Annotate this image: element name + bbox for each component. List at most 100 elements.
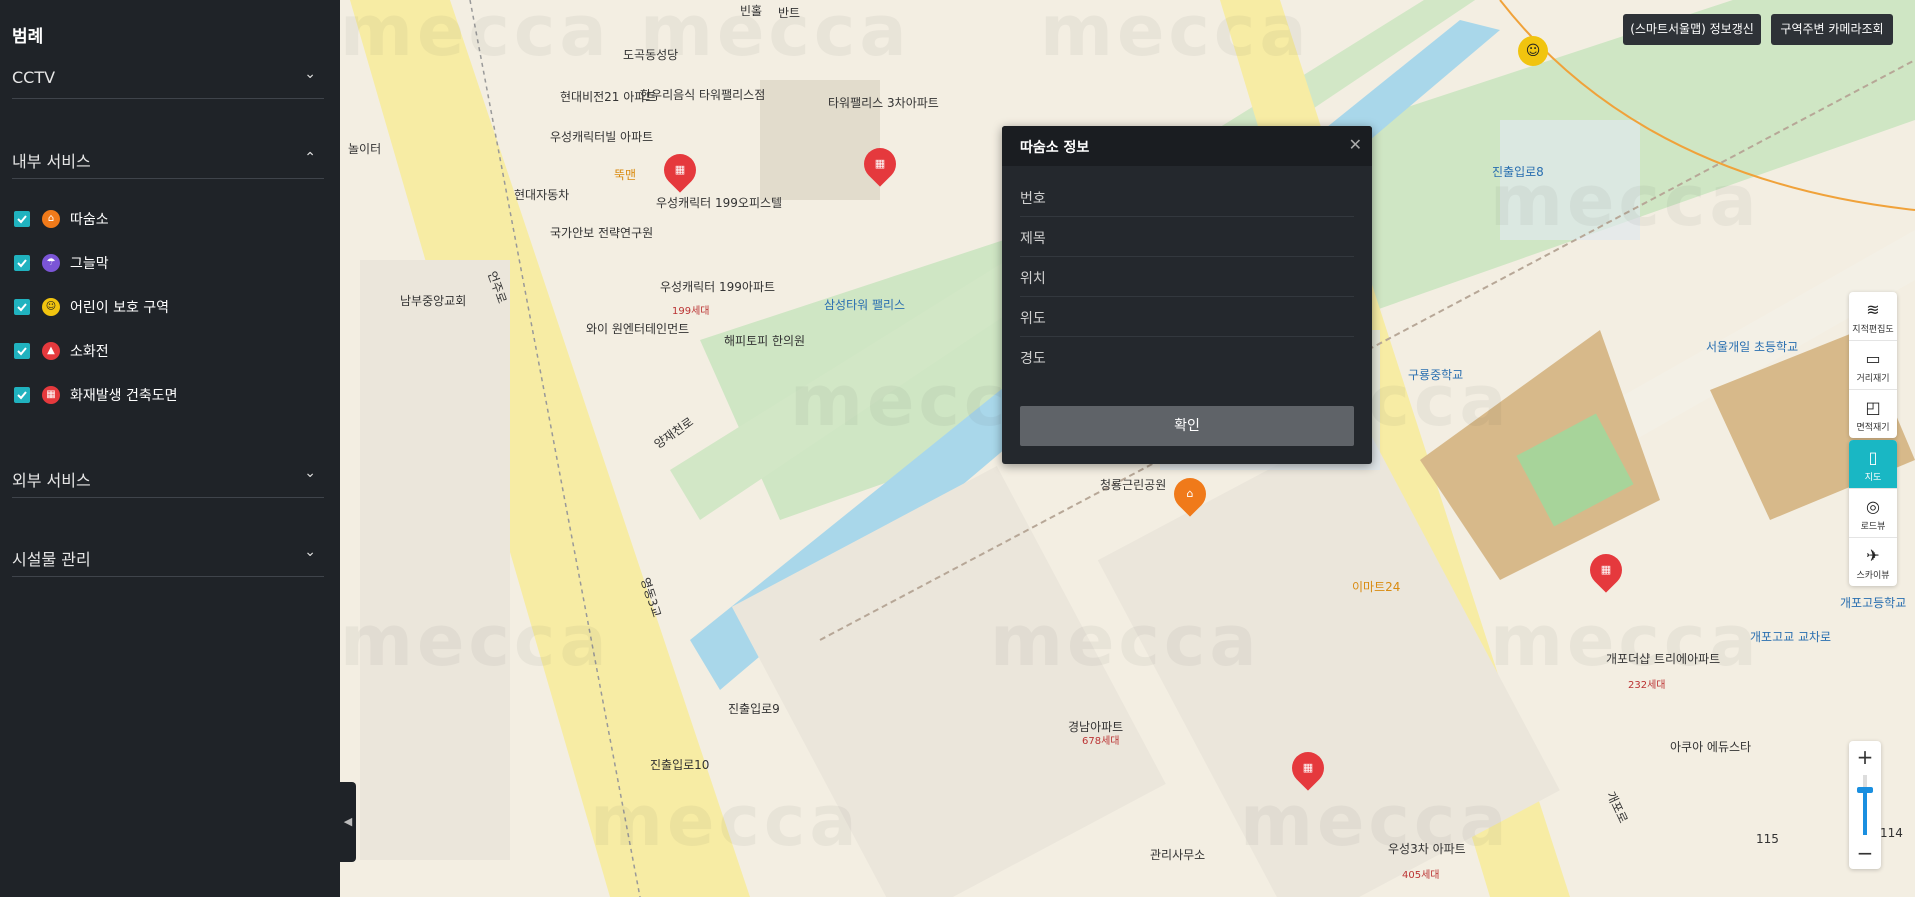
- watermark: mecca: [1490, 600, 1761, 682]
- blueprint-icon: ▦: [1600, 563, 1612, 576]
- map-label: 개포고등학교: [1840, 596, 1907, 610]
- zoom-out-button[interactable]: −: [1849, 839, 1881, 867]
- chevron-up-icon: ⌃: [304, 150, 316, 166]
- map-label: 현대자동차: [514, 188, 570, 202]
- field-number: 번호: [1020, 176, 1354, 217]
- section-facility-management[interactable]: 시설물 관리 ⌄: [12, 540, 324, 577]
- hydrant-icon: ▲: [42, 342, 60, 360]
- section-label: 시설물 관리: [12, 550, 91, 569]
- section-cctv[interactable]: CCTV ⌄: [12, 62, 324, 99]
- umbrella-icon: ☂: [42, 254, 60, 272]
- children-icon: ☺: [42, 298, 60, 316]
- field-label: 위치: [1020, 271, 1046, 287]
- map-label: 114: [1880, 826, 1903, 840]
- roadview-icon: ◎: [1866, 497, 1880, 516]
- map-label: 진출입로8: [1492, 165, 1544, 179]
- blueprint-icon: ▦: [42, 386, 60, 404]
- watermark: mecca: [1040, 0, 1311, 72]
- tool-label: 면적재기: [1856, 423, 1890, 433]
- map-label: 서울개일 초등학교: [1706, 340, 1799, 354]
- measure-tools: ≋ 지적편집도 ▭ 거리재기 ◰ 면적재기: [1849, 292, 1897, 438]
- map-label: 232세대: [1628, 680, 1666, 691]
- field-latitude: 위도: [1020, 296, 1354, 337]
- confirm-button[interactable]: 확인: [1020, 406, 1354, 446]
- checkbox[interactable]: [14, 211, 30, 227]
- children-zone-marker[interactable]: ☺: [1518, 36, 1548, 66]
- field-label: 위도: [1020, 311, 1046, 327]
- map-label: 115: [1756, 832, 1779, 846]
- section-label: CCTV: [12, 68, 56, 87]
- field-label: 경도: [1020, 351, 1046, 367]
- watermark: mecca: [990, 600, 1261, 682]
- tool-label: 지도: [1864, 473, 1882, 483]
- checkbox[interactable]: [14, 387, 30, 403]
- section-internal-services[interactable]: 내부 서비스 ⌃: [12, 142, 324, 179]
- tool-map[interactable]: ▯ 지도: [1849, 440, 1897, 489]
- map-label: 아쿠아 에듀스타: [1670, 740, 1752, 754]
- checkbox[interactable]: [14, 343, 30, 359]
- section-external-services[interactable]: 외부 서비스 ⌄: [12, 461, 324, 498]
- modal-header: 따숨소 정보 ✕: [1002, 126, 1372, 166]
- map-icon: ▯: [1868, 448, 1878, 467]
- map-label: 678세대: [1082, 736, 1120, 747]
- tool-label: 스카이뷰: [1856, 571, 1890, 581]
- view-tools: ▯ 지도 ◎ 로드뷰 ✈ 스카이뷰: [1849, 440, 1897, 586]
- map-label: 청룡근린공원: [1100, 478, 1167, 492]
- map-label: 199세대: [672, 306, 710, 317]
- legend-item-label: 소화전: [70, 344, 109, 360]
- close-icon[interactable]: ✕: [1349, 135, 1362, 154]
- section-label: 내부 서비스: [12, 152, 91, 171]
- zoom-control: + −: [1849, 741, 1881, 869]
- house-icon: ⌂: [42, 210, 60, 228]
- map-label: 빈홀: [740, 4, 763, 18]
- watermark: mecca: [590, 780, 861, 862]
- checkbox[interactable]: [14, 255, 30, 271]
- checkbox[interactable]: [14, 299, 30, 315]
- map-label: 반트: [778, 6, 801, 20]
- field-title: 제목: [1020, 216, 1354, 257]
- tool-distance[interactable]: ▭ 거리재기: [1849, 341, 1897, 390]
- map-label: 경남아파트: [1068, 720, 1124, 734]
- map-label: 남부중앙교회: [400, 294, 467, 308]
- chevron-down-icon: ⌄: [304, 544, 316, 560]
- map-label: 국가안보 전략연구원: [550, 226, 654, 240]
- field-longitude: 경도: [1020, 336, 1354, 376]
- legend-title: 범례: [12, 27, 44, 47]
- ruler-icon: ▭: [1865, 349, 1881, 368]
- sidebar-collapse-button[interactable]: ◀: [340, 782, 356, 862]
- map-label: 놀이터: [348, 142, 382, 156]
- watermark: mecca: [1240, 780, 1511, 862]
- area-camera-button[interactable]: 구역주변 카메라조회: [1771, 14, 1893, 45]
- tool-label: 로드뷰: [1860, 522, 1886, 532]
- zoom-level-fill: [1863, 791, 1867, 835]
- chevron-down-icon: ⌄: [304, 66, 316, 82]
- area-icon: ◰: [1865, 398, 1881, 417]
- blueprint-icon: ▦: [1302, 761, 1314, 774]
- zoom-handle[interactable]: [1857, 787, 1873, 793]
- skyview-icon: ✈: [1866, 546, 1880, 565]
- zoom-in-button[interactable]: +: [1849, 743, 1881, 771]
- map-label: 우성캐릭터 199아파트: [660, 280, 776, 294]
- map-label: 와이 원엔터테인먼트: [586, 322, 690, 336]
- map-label: 진출입로10: [650, 758, 710, 772]
- tool-skyview[interactable]: ✈ 스카이뷰: [1849, 538, 1897, 586]
- house-icon: ⌂: [1186, 487, 1194, 500]
- watermark: mecca: [640, 0, 911, 72]
- tool-roadview[interactable]: ◎ 로드뷰: [1849, 489, 1897, 538]
- map-label: 관리사무소: [1150, 848, 1206, 862]
- map-label: 삼성타워 팰리스: [824, 298, 906, 312]
- map-label: 우성캐릭터 199오피스텔: [656, 196, 783, 210]
- map-label: 해피토피 한의원: [724, 334, 806, 348]
- map-label: 개포더샵 트리에아파트: [1606, 652, 1721, 666]
- map-label: 타워팰리스 3차아파트: [828, 96, 939, 110]
- section-label: 외부 서비스: [12, 471, 91, 490]
- map-label: 우성캐릭터빌 아파트: [550, 130, 654, 144]
- tool-label: 거리재기: [1856, 374, 1890, 384]
- legend-item-label: 어린이 보호 구역: [70, 300, 170, 316]
- map-label: 개포고교 교차로: [1750, 630, 1832, 644]
- shelter-info-modal: 따숨소 정보 ✕ 번호 제목 위치 위도 경도 확인: [1002, 126, 1372, 464]
- tool-cadastral[interactable]: ≋ 지적편집도: [1849, 292, 1897, 341]
- refresh-info-button[interactable]: (스마트서울맵) 정보갱신: [1623, 14, 1761, 45]
- modal-title: 따숨소 정보: [1020, 140, 1090, 156]
- tool-area[interactable]: ◰ 면적재기: [1849, 390, 1897, 438]
